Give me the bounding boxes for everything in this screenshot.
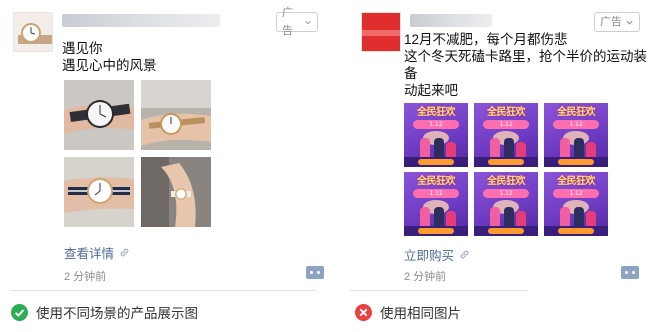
link-icon [120,248,129,257]
promo-subtitle: 1.12 [413,120,459,129]
photo-grid: 全民狂欢 1.12 全民狂欢 1.12 全民狂欢 1.12 全民狂欢 1.12 全民狂欢 1.12… [404,103,608,236]
post-time: 2 分钟前 [64,271,107,283]
details-link[interactable]: 查看详情 [64,243,130,262]
avatar[interactable] [13,12,53,52]
ad-tag-label: 广告 [600,16,622,28]
buy-now-label: 立即购买 [404,249,455,263]
buy-now-link[interactable]: 立即购买 [404,245,470,264]
product-photo-3[interactable] [64,157,134,227]
comment-menu-icon[interactable] [621,266,639,279]
product-photo-1[interactable] [64,80,134,150]
watch-on-wrist-icon [64,157,134,227]
post-line: 动起来吧 [404,83,458,98]
promo-title: 全民狂欢 [417,107,456,118]
ad-card-good-example: 广告 遇见你 遇见心中的风景 查看详情 2 分钟前 [0,0,324,290]
good-example-text: 使用不同场景的产品展示图 [36,306,198,321]
link-icon [460,250,469,259]
photo-grid [64,80,212,227]
product-photo-4[interactable] [141,157,211,227]
post-text: 12月不减肥，每个月都伤悲 这个冬天死磕卡路里，抢个半价的运动装 备 动起来吧 [404,31,647,99]
post-line: 12月不减肥，每个月都伤悲 [404,32,568,47]
promo-cta [488,159,524,165]
brand-logo-icon [362,13,400,51]
promo-title: 全民狂欢 [487,107,526,118]
promo-title: 全民狂欢 [487,176,526,187]
advertiser-name-blurred[interactable] [62,14,220,27]
promo-subtitle: 1.12 [553,189,599,198]
divider [10,290,316,291]
ad-tag-button[interactable]: 广告 [276,7,318,37]
post-text: 遇见你 遇见心中的风景 [62,40,157,74]
promo-image[interactable]: 全民狂欢 1.12 [404,103,468,167]
cross-circle-icon [355,303,372,321]
promo-cta [418,228,454,234]
watch-on-wrist-icon [141,157,211,227]
promo-subtitle: 1.12 [483,120,529,129]
product-photo-2[interactable] [141,80,211,150]
watch-on-wrist-icon [141,80,211,150]
bad-example-caption: 使用相同图片 [355,302,461,322]
avatar[interactable] [361,12,401,52]
promo-image[interactable]: 全民狂欢 1.12 [474,103,538,167]
promo-title: 全民狂欢 [557,176,596,187]
chevron-down-icon [305,20,311,24]
bad-example-text: 使用相同图片 [380,306,461,321]
promo-subtitle: 1.12 [413,189,459,198]
ad-tag-button[interactable]: 广告 [594,12,640,32]
promo-image[interactable]: 全民狂欢 1.12 [474,172,538,236]
promo-image[interactable]: 全民狂欢 1.12 [544,103,608,167]
chevron-down-icon [626,20,633,25]
promo-title: 全民狂欢 [557,107,596,118]
divider [350,290,528,291]
promo-image[interactable]: 全民狂欢 1.12 [544,172,608,236]
post-time: 2 分钟前 [404,271,447,283]
promo-cta [418,159,454,165]
promo-subtitle: 1.12 [483,189,529,198]
ad-tag-label: 广告 [282,7,293,37]
watch-avatar-icon [14,13,52,51]
post-line: 遇见心中的风景 [62,58,157,73]
details-link-label: 查看详情 [64,247,115,261]
good-example-caption: 使用不同场景的产品展示图 [11,302,198,322]
post-line: 备 [404,66,418,81]
promo-cta [558,159,594,165]
watch-on-wrist-icon [64,80,134,150]
promo-cta [558,228,594,234]
promo-cta [488,228,524,234]
promo-subtitle: 1.12 [553,120,599,129]
comment-menu-icon[interactable] [306,266,324,279]
advertiser-name-blurred[interactable] [410,14,492,27]
post-line: 这个冬天死磕卡路里，抢个半价的运动装 [404,49,647,64]
promo-image[interactable]: 全民狂欢 1.12 [404,172,468,236]
post-line: 遇见你 [62,41,103,56]
promo-title: 全民狂欢 [417,176,456,187]
check-circle-icon [11,303,28,321]
